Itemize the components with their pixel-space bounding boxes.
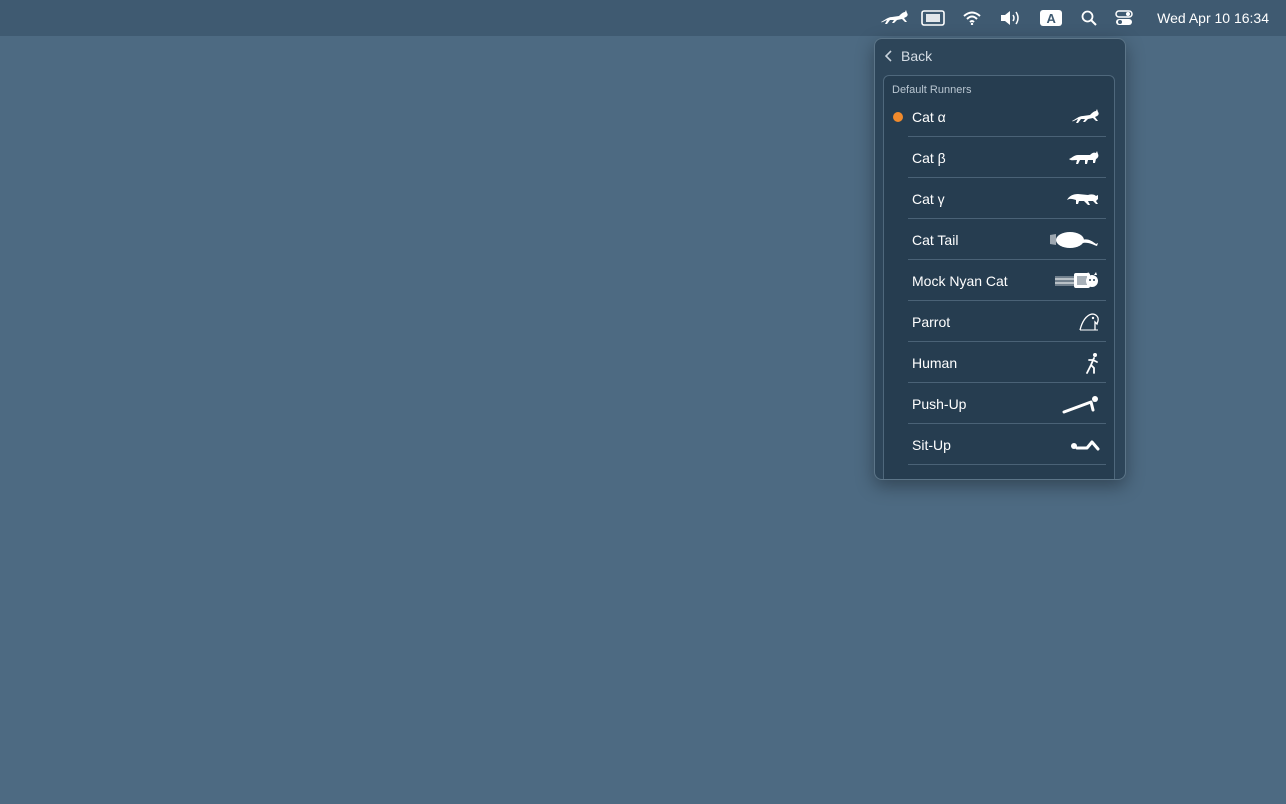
section-title: Default Runners bbox=[892, 84, 972, 96]
runner-item-human[interactable]: Human bbox=[884, 342, 1114, 383]
runner-label: Mock Nyan Cat bbox=[912, 272, 1008, 289]
runcat-icon[interactable] bbox=[875, 0, 913, 36]
runner-label: Push-Up bbox=[912, 395, 967, 412]
human-icon bbox=[1044, 350, 1100, 376]
runner-item-parrot[interactable]: Parrot bbox=[884, 301, 1114, 342]
input-source-icon[interactable]: A bbox=[1029, 0, 1073, 36]
volume-icon[interactable] bbox=[991, 0, 1029, 36]
wifi-icon[interactable] bbox=[953, 0, 991, 36]
search-icon[interactable] bbox=[1073, 0, 1105, 36]
runner-label: Parrot bbox=[912, 313, 951, 330]
runner-label: Human bbox=[912, 354, 958, 371]
menu-bar: A Wed Apr 10 16:34 bbox=[0, 0, 1286, 36]
menu-bar-clock[interactable]: Wed Apr 10 16:34 bbox=[1143, 0, 1286, 36]
row-divider bbox=[908, 464, 1106, 465]
runner-label: Cat γ bbox=[912, 190, 945, 207]
runner-item-sit-up[interactable]: Sit-Up bbox=[884, 424, 1114, 465]
selected-indicator bbox=[893, 112, 903, 122]
screen-mirror-icon[interactable] bbox=[913, 0, 953, 36]
runner-label: Cat β bbox=[912, 149, 946, 166]
runner-label: Sit-Up bbox=[912, 436, 951, 453]
parrot-icon bbox=[1044, 309, 1100, 335]
back-button[interactable]: Back bbox=[875, 39, 1125, 73]
sit-up-icon bbox=[1044, 432, 1100, 458]
runner-item-cat-beta[interactable]: Cat β bbox=[884, 137, 1114, 178]
cat-gamma-icon bbox=[1044, 186, 1100, 212]
runner-item-cat-gamma[interactable]: Cat γ bbox=[884, 178, 1114, 219]
runner-item-mock-nyan-cat[interactable]: Mock Nyan Cat bbox=[884, 260, 1114, 301]
nyan-cat-icon bbox=[1044, 268, 1100, 294]
control-center-icon[interactable] bbox=[1105, 0, 1143, 36]
runner-item-cat-tail[interactable]: Cat Tail bbox=[884, 219, 1114, 260]
cat-alpha-icon bbox=[1044, 104, 1100, 130]
runner-list: Default Runners Cat α Cat β Cat γ Cat Ta… bbox=[883, 75, 1115, 479]
chevron-left-icon bbox=[885, 50, 893, 62]
back-label: Back bbox=[901, 48, 933, 64]
runner-item-push-up[interactable]: Push-Up bbox=[884, 383, 1114, 424]
runner-label: Cat α bbox=[912, 108, 946, 125]
push-up-icon bbox=[1044, 391, 1100, 417]
cat-beta-icon bbox=[1044, 145, 1100, 171]
runner-popover: Back Default Runners Cat α Cat β Cat γ C… bbox=[874, 38, 1126, 480]
cat-tail-icon bbox=[1044, 227, 1100, 253]
runner-item-cat-alpha[interactable]: Cat α bbox=[884, 96, 1114, 137]
runner-label: Cat Tail bbox=[912, 231, 959, 248]
input-source-label: A bbox=[1040, 10, 1063, 26]
